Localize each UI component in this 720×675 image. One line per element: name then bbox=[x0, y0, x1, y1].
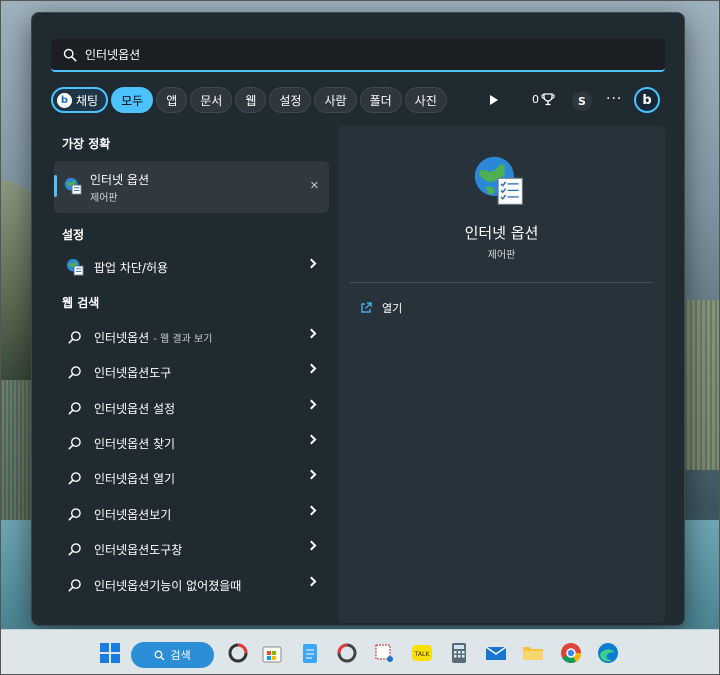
filter-web[interactable]: 웹 bbox=[235, 87, 267, 113]
bing-chat-icon[interactable]: b bbox=[634, 87, 660, 113]
trophy-icon bbox=[541, 93, 555, 106]
filter-photos[interactable]: 사진 bbox=[404, 87, 447, 113]
taskbar-search-button[interactable]: 검색 bbox=[131, 642, 214, 668]
search-icon bbox=[66, 507, 84, 521]
web-result-label: 인터넷옵션도구 bbox=[94, 365, 172, 380]
search-icon bbox=[66, 330, 84, 344]
taskbar-search-label: 검색 bbox=[170, 649, 191, 662]
filter-bar: b 채팅 모두 앱 문서 웹 설정 사람 폴더 사진 bbox=[51, 86, 447, 114]
search-icon bbox=[66, 471, 84, 485]
filter-people[interactable]: 사람 bbox=[314, 87, 357, 113]
web-result-item[interactable]: 인터넷옵션도구창 bbox=[54, 533, 329, 565]
account-avatar[interactable]: S bbox=[572, 91, 592, 111]
microsoft-store-icon[interactable] bbox=[259, 640, 285, 666]
mail-icon[interactable] bbox=[483, 640, 509, 666]
best-match-subtitle: 제어판 bbox=[90, 193, 118, 204]
settings-heading: 설정 bbox=[62, 228, 85, 242]
web-result-item[interactable]: 인터넷옵션기능이 없어졌을때 bbox=[54, 569, 329, 601]
divider bbox=[350, 282, 653, 283]
snipping-tool-icon[interactable] bbox=[371, 640, 397, 666]
detail-title: 인터넷 옵션 bbox=[464, 224, 539, 242]
settings-item-label: 팝업 차단/허용 bbox=[94, 260, 169, 275]
close-icon[interactable]: ✕ bbox=[310, 179, 319, 192]
internet-options-large-icon bbox=[474, 156, 523, 205]
loading-ring-icon[interactable] bbox=[334, 640, 360, 666]
more-filters-play-icon[interactable] bbox=[490, 95, 498, 105]
web-result-item[interactable]: 인터넷옵션 찾기 bbox=[54, 427, 329, 459]
bing-icon: b bbox=[57, 92, 72, 108]
activity-ring-icon[interactable] bbox=[225, 640, 251, 666]
web-result-label: 인터넷옵션보기 bbox=[94, 507, 172, 522]
svg-text:TALK: TALK bbox=[414, 651, 431, 658]
search-input[interactable] bbox=[85, 47, 625, 62]
taskbar: 검색 TALK bbox=[0, 629, 720, 675]
web-result-label: 인터넷옵션 열기 bbox=[94, 471, 176, 486]
web-result-label: 인터넷옵션도구창 bbox=[94, 542, 183, 557]
chevron-right-icon bbox=[306, 540, 317, 551]
web-result-item[interactable]: 인터넷옵션 열기 bbox=[54, 462, 329, 494]
web-result-item[interactable]: 인터넷옵션 설정 bbox=[54, 392, 329, 424]
search-icon bbox=[66, 401, 84, 415]
internet-options-icon bbox=[64, 177, 82, 195]
rewards-score-value: 0 bbox=[532, 93, 539, 106]
chevron-right-icon bbox=[306, 434, 317, 445]
search-icon bbox=[66, 365, 84, 379]
chevron-right-icon bbox=[306, 258, 317, 269]
search-box[interactable] bbox=[51, 39, 665, 72]
open-action[interactable]: 열기 bbox=[360, 300, 402, 316]
selection-indicator bbox=[54, 175, 57, 197]
search-icon bbox=[154, 650, 165, 660]
desktop-wallpaper-reeds-left bbox=[0, 380, 34, 530]
detail-pane: 인터넷 옵션 제어판 열기 bbox=[338, 126, 665, 623]
chat-chip-label: 채팅 bbox=[76, 93, 99, 108]
filter-documents[interactable]: 문서 bbox=[190, 87, 233, 113]
edge-icon[interactable] bbox=[595, 640, 621, 666]
chevron-right-icon bbox=[306, 469, 317, 480]
best-match-title: 인터넷 옵션 bbox=[90, 173, 150, 187]
chrome-icon[interactable] bbox=[558, 640, 584, 666]
kakaotalk-icon[interactable]: TALK bbox=[409, 640, 435, 666]
chat-chip[interactable]: b 채팅 bbox=[51, 87, 109, 113]
file-explorer-icon[interactable] bbox=[520, 640, 546, 666]
search-icon bbox=[66, 542, 84, 556]
chevron-right-icon bbox=[306, 576, 317, 587]
web-result-item[interactable]: 인터넷옵션보기 bbox=[54, 498, 329, 530]
notepad-icon[interactable] bbox=[297, 640, 323, 666]
best-match-item[interactable]: 인터넷 옵션 제어판 ✕ bbox=[54, 161, 329, 213]
settings-item-popup-blocker[interactable]: 팝업 차단/허용 bbox=[54, 251, 329, 283]
popup-settings-icon bbox=[66, 258, 84, 276]
chevron-right-icon bbox=[306, 505, 317, 516]
calculator-icon[interactable] bbox=[446, 640, 472, 666]
windows-start-icon[interactable] bbox=[97, 640, 123, 666]
open-action-label: 열기 bbox=[382, 302, 403, 315]
filter-all[interactable]: 모두 bbox=[111, 87, 154, 113]
search-icon bbox=[66, 578, 84, 592]
search-icon bbox=[63, 48, 77, 61]
search-icon bbox=[66, 436, 84, 450]
more-options-icon[interactable]: ··· bbox=[606, 91, 622, 107]
web-result-suffix: - 웹 결과 보기 bbox=[153, 333, 213, 345]
filter-settings[interactable]: 설정 bbox=[269, 87, 312, 113]
web-result-label: 인터넷옵션 bbox=[94, 330, 150, 345]
desktop-wallpaper-reeds-right bbox=[680, 300, 720, 470]
detail-subtitle: 제어판 bbox=[487, 250, 516, 261]
chevron-right-icon bbox=[306, 363, 317, 374]
web-result-label: 인터넷옵션 설정 bbox=[94, 401, 176, 416]
web-result-item[interactable]: 인터넷옵션도구 bbox=[54, 356, 329, 388]
web-result-item[interactable]: 인터넷옵션 - 웹 결과 보기 bbox=[54, 321, 329, 353]
web-search-heading: 웹 검색 bbox=[62, 296, 100, 310]
chevron-right-icon bbox=[306, 328, 317, 339]
best-match-heading: 가장 정확 bbox=[62, 137, 111, 151]
filter-folders[interactable]: 폴더 bbox=[359, 87, 402, 113]
search-panel: b 채팅 모두 앱 문서 웹 설정 사람 폴더 사진 0 S ··· b 가장 … bbox=[31, 12, 685, 626]
chevron-right-icon bbox=[306, 399, 317, 410]
open-external-icon bbox=[361, 302, 372, 313]
filter-apps[interactable]: 앱 bbox=[156, 87, 188, 113]
web-result-label: 인터넷옵션 찾기 bbox=[94, 436, 176, 451]
rewards-score[interactable]: 0 bbox=[532, 93, 555, 106]
web-result-label: 인터넷옵션기능이 없어졌을때 bbox=[94, 578, 242, 593]
